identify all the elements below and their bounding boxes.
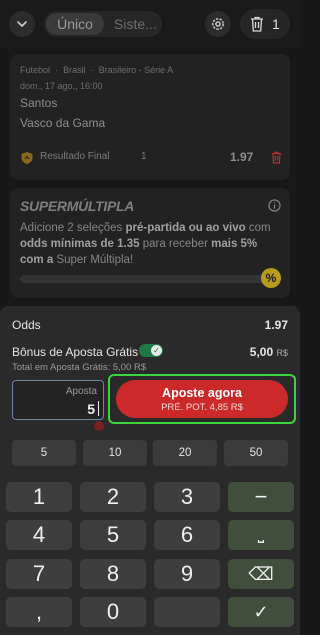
free-bet-total: Total em Aposta Grátis: 5,00 R$ [12, 362, 147, 373]
stake-label: Aposta [65, 386, 97, 397]
breadcrumb-country: Brasil [63, 65, 86, 75]
breadcrumb-separator: · [88, 65, 97, 75]
key-space[interactable]: ⎵ [228, 520, 294, 550]
key-7[interactable]: 7 [6, 559, 72, 589]
free-bet-value: 5,00 [249, 345, 274, 359]
potential-return: PRÉ. POT. 4,85 R$ [161, 402, 243, 413]
odds-label: Odds [12, 318, 41, 332]
promo-text-part: Super Múltipla! [53, 254, 134, 266]
bet-count: 1 [272, 16, 280, 32]
key-5[interactable]: 5 [80, 520, 146, 550]
percent-badge: % [261, 268, 281, 288]
gear-icon [212, 18, 224, 30]
key-backspace[interactable]: ⌫ [228, 559, 294, 589]
tab-unico[interactable]: Único [46, 13, 104, 35]
tab-sistema[interactable]: Siste... [108, 11, 162, 37]
quick-stake-10[interactable]: 10 [83, 440, 147, 466]
event-datetime: dom., 17 ago., 16:00 [20, 81, 103, 91]
text-caret [98, 401, 99, 416]
promo-text-part: com [245, 222, 271, 234]
key-2[interactable]: 2 [80, 482, 146, 512]
away-team: Vasco da Gama [20, 116, 106, 130]
promo-text-part: odds mínimas de 1.35 [20, 238, 140, 250]
key-confirm[interactable]: ✓ [228, 597, 294, 627]
breadcrumb-league: Brasileiro - Série A [98, 65, 174, 75]
quick-stake-5[interactable]: 5 [12, 440, 76, 466]
breadcrumb: Futebol · Brasil · Brasileiro - Série A [20, 65, 173, 75]
check-icon: ✓ [151, 345, 162, 356]
trash-icon [251, 16, 263, 32]
promo-text-part: pré-partida ou ao vivo [125, 222, 246, 234]
free-bet-currency: R$ [276, 348, 288, 358]
supermultipla-promo: SUPERMÚLTIPLA Adicione 2 seleções pré-pa… [10, 188, 290, 298]
indicator-dot [94, 421, 104, 431]
place-bet-label: Aposte agora [162, 386, 242, 400]
selection-value: 1 [141, 151, 147, 162]
key-blank[interactable] [154, 597, 220, 627]
stake-input[interactable]: Aposta 5 [12, 380, 104, 420]
place-bet-button[interactable]: Aposte agora PRÉ. POT. 4,85 R$ [116, 380, 288, 418]
key-8[interactable]: 8 [80, 559, 146, 589]
key-comma[interactable]: , [6, 597, 72, 627]
key-0[interactable]: 0 [80, 597, 146, 627]
promo-text-part: para receber [139, 238, 212, 250]
info-icon[interactable] [268, 199, 281, 212]
promo-text-part: Adicione 2 seleções [20, 222, 126, 234]
key-1[interactable]: 1 [6, 482, 72, 512]
quick-stake-20[interactable]: 20 [153, 440, 217, 466]
key-4[interactable]: 4 [6, 520, 72, 550]
bet-selection-card: Futebol · Brasil · Brasileiro - Série A … [10, 54, 290, 180]
promo-progress-bar [20, 275, 270, 283]
key-9[interactable]: 9 [154, 559, 220, 589]
settings-button[interactable] [205, 11, 231, 37]
quick-stake-50[interactable]: 50 [224, 440, 288, 466]
key-minus[interactable]: − [228, 482, 294, 512]
free-bet-label: Bônus de Aposta Grátis [12, 345, 139, 359]
free-bet-amount: 5,00 R$ [250, 345, 288, 359]
odds-value: 1.97 [264, 318, 288, 332]
breadcrumb-separator: · [52, 65, 61, 75]
market-name: Resultado Final [40, 151, 110, 162]
free-bet-toggle[interactable]: ✓ [139, 344, 163, 357]
trash-icon[interactable] [271, 151, 282, 164]
breadcrumb-sport: Futebol [20, 65, 51, 75]
betslip-sheet: Odds 1.97 Bônus de Aposta Grátis ✓ 5,00 … [0, 306, 300, 635]
market-row: Resultado Final 1 1.97 [18, 150, 284, 166]
key-6[interactable]: 6 [154, 520, 220, 550]
collapse-button[interactable] [9, 11, 35, 37]
promo-title: SUPERMÚLTIPLA [20, 198, 135, 214]
promo-description: Adicione 2 seleções pré-partida ou ao vi… [20, 220, 278, 268]
bet-type-switch: Único Siste... [44, 11, 162, 37]
selection-odd: 1.97 [230, 150, 254, 164]
top-bar: Único Siste... 1 [0, 0, 300, 48]
chevron-down-icon [17, 21, 27, 27]
home-team: Santos [20, 96, 58, 110]
betslip-counter[interactable]: 1 [240, 9, 290, 39]
shield-boost-icon [21, 152, 33, 164]
stake-value: 5 [87, 401, 95, 417]
key-3[interactable]: 3 [154, 482, 220, 512]
